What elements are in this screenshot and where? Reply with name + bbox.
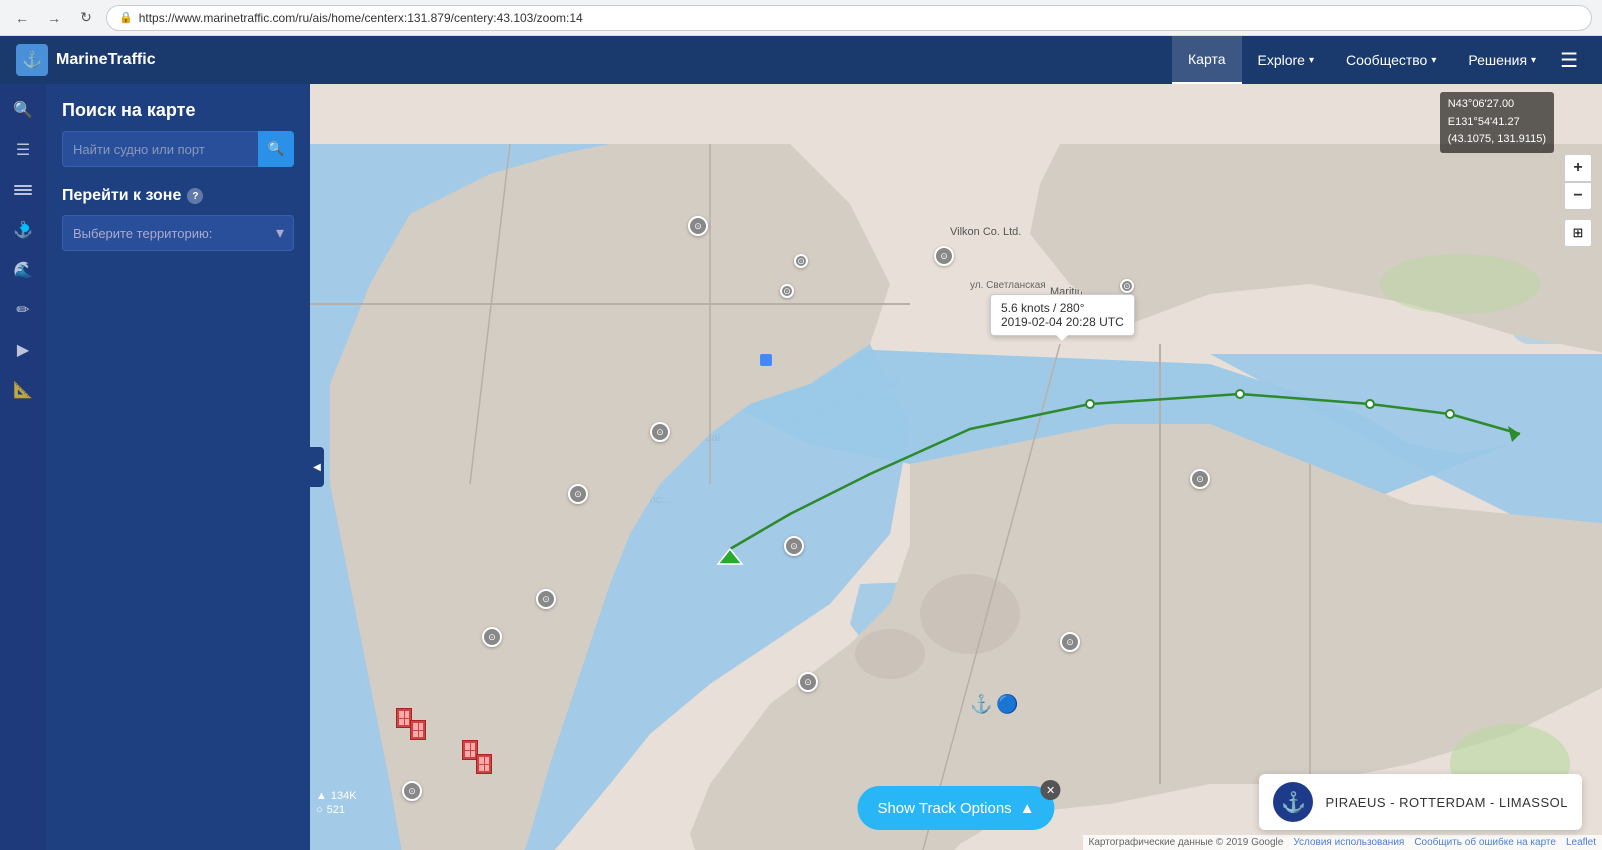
marker-small1[interactable]: ⊙ [784, 536, 804, 556]
leaflet-link[interactable]: Leaflet [1566, 837, 1596, 848]
zone-select-wrapper: Выберите территорию: [62, 215, 294, 251]
coord-lat: N43°06'27.00 [1448, 96, 1546, 114]
coord-lon: E131°54'41.27 [1448, 114, 1546, 132]
coord-decimal: (43.1075, 131.9115) [1448, 131, 1546, 149]
nav-item-explore[interactable]: Explore ▾ [1242, 36, 1331, 84]
map-credits: Картографические данные © 2019 Google Ус… [1083, 835, 1602, 850]
nav-items: Карта Explore ▾ Сообщество ▾ Решения ▾ [1172, 36, 1552, 84]
marker-small6[interactable]: ⊙ [1120, 279, 1134, 293]
coordinates-box: N43°06'27.00 E131°54'41.27 (43.1075, 131… [1440, 92, 1554, 153]
credits-terms[interactable]: Условия использования [1293, 837, 1404, 848]
sidebar-icon-column: 🔍 ☰ ⚓ 🌊 ✏ [0, 84, 46, 850]
sidebar-ships-icon[interactable]: ⚓ [5, 212, 41, 248]
sidebar-collapse-button[interactable]: ◀ [310, 447, 324, 487]
sidebar-weather-icon[interactable]: 🌊 [5, 252, 41, 288]
zoom-in-button[interactable]: + [1564, 154, 1592, 182]
sidebar-panel: Поиск на карте 🔍 Перейти к зоне ? [46, 84, 310, 850]
url-bar[interactable]: 🔒 https://www.marinetraffic.com/ru/ais/h… [106, 5, 1592, 31]
marker-vilkon[interactable]: ⊙ [934, 246, 954, 266]
tooltip-datetime: 2019-02-04 20:28 UTC [1001, 315, 1124, 329]
ad-logo: ⚓ [1273, 782, 1313, 822]
marker-small4[interactable]: ⊙ [780, 284, 794, 298]
notification-dot [21, 224, 29, 232]
search-icon: 🔍 [268, 141, 285, 157]
credits-report[interactable]: Сообщить об ошибке на карте [1414, 837, 1556, 848]
marker-profinet[interactable]: ⊙ [688, 216, 708, 236]
credits-google: Картографические данные © 2019 Google [1089, 837, 1284, 848]
chevron-down-icon: ▾ [1531, 55, 1536, 66]
show-track-options-bar[interactable]: Show Track Options ▲ ✕ [857, 786, 1054, 830]
zone-section: Перейти к зоне ? Выберите территорию: [62, 187, 294, 251]
map-svg [310, 84, 1602, 850]
search-button[interactable]: 🔍 [258, 131, 294, 167]
logo-icon: ⚓ [16, 44, 48, 76]
track-close-button[interactable]: ✕ [1041, 780, 1061, 800]
logo-text: MarineTraffic [56, 51, 156, 69]
browser-bar: ← → ↻ 🔒 https://www.marinetraffic.com/ru… [0, 0, 1602, 36]
help-icon[interactable]: ? [187, 188, 203, 204]
ad-text: PIRAEUS - ROTTERDAM - LIMASSOL [1325, 795, 1568, 810]
menu-icon[interactable]: ☰ [1552, 48, 1586, 73]
ports-count: 521 [327, 804, 345, 816]
map-background: Profinet Co Ltd Vilkon Co. Ltd. Maritime… [310, 84, 1602, 850]
vessel-tooltip: 5.6 knots / 280° 2019-02-04 20:28 UTC [990, 294, 1135, 336]
forward-button[interactable]: → [42, 6, 66, 30]
marker-belsu[interactable]: ⊙ [402, 781, 422, 801]
chevron-down-icon: ▾ [1309, 55, 1314, 66]
back-button[interactable]: ← [10, 6, 34, 30]
sidebar-filter-icon[interactable]: ☰ [5, 132, 41, 168]
marker-star[interactable]: ⊙ [650, 422, 670, 442]
marker-marinetec[interactable]: ⊙ [798, 672, 818, 692]
search-title: Поиск на карте [62, 100, 294, 121]
zone-title: Перейти к зоне ? [62, 187, 294, 205]
track-arrow-icon: ▲ [1020, 800, 1035, 817]
url-text: https://www.marinetraffic.com/ru/ais/hom… [139, 11, 583, 25]
marker-orient[interactable]: ⊙ [1190, 469, 1210, 489]
ship-marker-anchor[interactable]: ⚓ [970, 694, 992, 715]
sidebar-layers-icon[interactable] [5, 172, 41, 208]
marker-small3[interactable]: ⊙ [482, 627, 502, 647]
map-stats: ▲ 134K ○ 521 [316, 790, 357, 818]
marker-small2[interactable]: ⊙ [536, 589, 556, 609]
nav-item-solutions[interactable]: Решения ▾ [1452, 36, 1552, 84]
ad-logo-icon: ⚓ [1281, 790, 1306, 815]
marker-small5[interactable]: ⊙ [794, 254, 808, 268]
map-layers-button[interactable]: ⊞ [1564, 219, 1592, 247]
search-section: Поиск на карте 🔍 [62, 100, 294, 167]
sidebar-play-icon[interactable]: ▶ [5, 332, 41, 368]
sidebar-measure-icon[interactable]: 📐 [5, 372, 41, 408]
nav-item-community[interactable]: Сообщество ▾ [1330, 36, 1452, 84]
sidebar-tools-icon[interactable]: ✏ [5, 292, 41, 328]
sidebar-search-icon[interactable]: 🔍 [5, 92, 41, 128]
sidebar: 🔍 ☰ ⚓ 🌊 ✏ [0, 84, 310, 850]
building-marker-2 [410, 720, 426, 740]
map-area[interactable]: Profinet Co Ltd Vilkon Co. Ltd. Maritime… [310, 84, 1602, 850]
vessels-icon: ▲ [316, 790, 327, 802]
chevron-down-icon: ▾ [1431, 55, 1436, 66]
marker-osa[interactable]: ⊙ [568, 484, 588, 504]
logo-area: ⚓ MarineTraffic [16, 44, 156, 76]
map-zoom-controls: + − [1564, 154, 1592, 210]
marker-manchzhur[interactable]: ⊙ [1060, 632, 1080, 652]
nav-item-map[interactable]: Карта [1172, 36, 1241, 84]
ad-banner[interactable]: ⚓ PIRAEUS - ROTTERDAM - LIMASSOL [1259, 774, 1582, 830]
ship-marker-blue[interactable]: 🔵 [996, 694, 1018, 715]
building-marker-4 [476, 754, 492, 774]
search-input-wrapper: 🔍 [62, 131, 294, 167]
top-navigation: ⚓ MarineTraffic Карта Explore ▾ Сообщест… [0, 36, 1602, 84]
lock-icon: 🔒 [119, 11, 133, 24]
layers-icon: ⊞ [1573, 225, 1584, 241]
refresh-button[interactable]: ↻ [74, 6, 98, 30]
ports-icon: ○ [316, 804, 323, 816]
show-track-label: Show Track Options [877, 800, 1011, 817]
zoom-out-button[interactable]: − [1564, 182, 1592, 210]
zone-select[interactable]: Выберите территорию: [62, 215, 294, 251]
vessels-count: 134K [331, 790, 357, 802]
tooltip-speed: 5.6 knots / 280° [1001, 301, 1124, 315]
